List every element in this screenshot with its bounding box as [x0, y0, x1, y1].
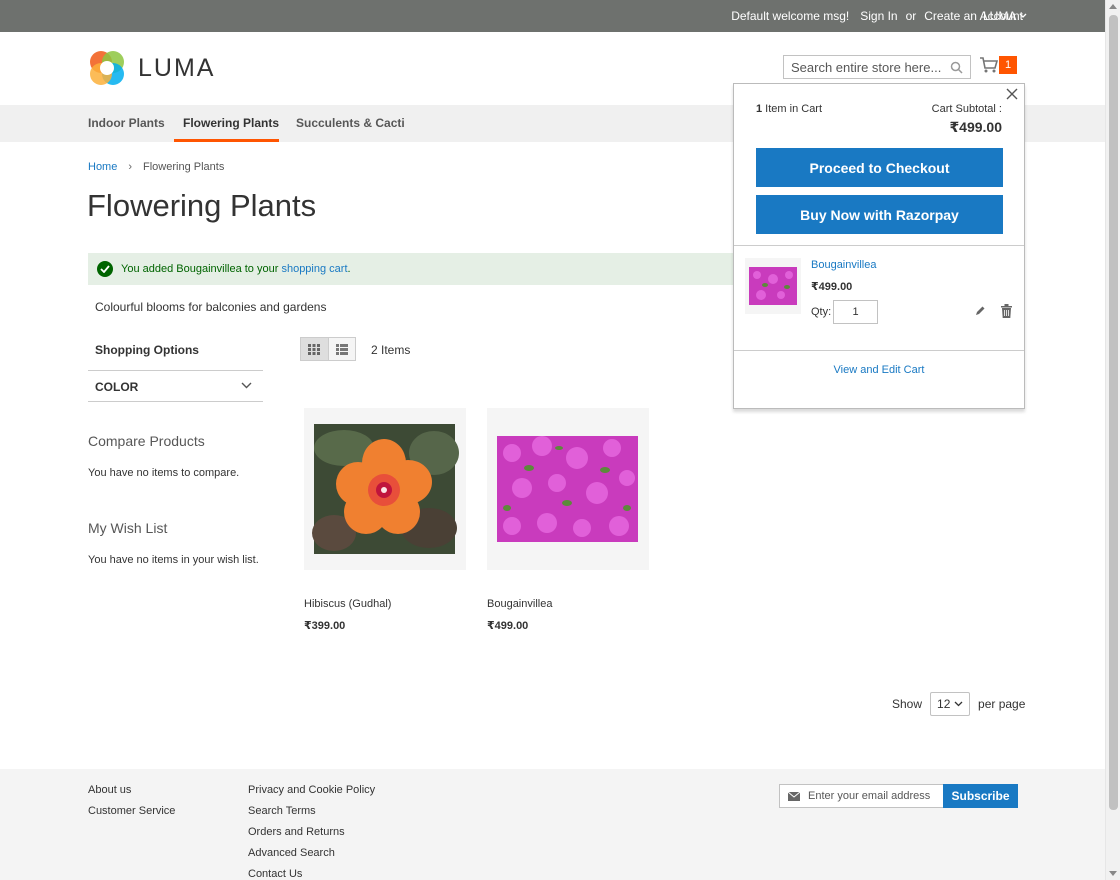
- items-count: 2 Items: [371, 343, 411, 357]
- scrollbar[interactable]: [1105, 0, 1120, 880]
- trash-icon[interactable]: [1001, 304, 1012, 318]
- wishlist-title: My Wish List: [88, 520, 168, 536]
- nav-item-flowering-plants[interactable]: Flowering Plants: [183, 116, 279, 130]
- compare-products-title: Compare Products: [88, 433, 205, 449]
- mail-icon: [780, 791, 808, 801]
- product-name-hibiscus[interactable]: Hibiscus (Gudhal): [304, 598, 391, 610]
- bougainvillea-photo: [497, 436, 638, 542]
- check-circle-icon: [97, 261, 113, 277]
- page-title: Flowering Plants: [87, 188, 317, 223]
- sign-in-link[interactable]: Sign In: [860, 9, 897, 23]
- footer-link-customer-service[interactable]: Customer Service: [88, 805, 175, 817]
- footer-link-about-us[interactable]: About us: [88, 784, 131, 796]
- minicart-dropdown: 1 Item in Cart Cart Subtotal : ₹499.00 P…: [733, 83, 1025, 409]
- view-mode-switcher: [300, 337, 356, 361]
- color-filter[interactable]: COLOR: [88, 370, 263, 402]
- limiter-select[interactable]: 12: [930, 692, 971, 716]
- search-box: [783, 55, 971, 79]
- minicart-subtotal-label: Cart Subtotal :: [931, 103, 1002, 115]
- logo-text: LUMA: [138, 53, 216, 82]
- top-bar: Default welcome msg! Sign In or Create a…: [0, 0, 1105, 32]
- minicart-button[interactable]: 1: [980, 56, 1017, 74]
- minicart-divider-bottom: [734, 350, 1024, 351]
- luma-logo-icon: [90, 51, 124, 85]
- nav-item-indoor-plants[interactable]: Indoor Plants: [88, 116, 165, 130]
- chevron-down-icon: [954, 701, 963, 707]
- footer-link-search-terms[interactable]: Search Terms: [248, 805, 316, 817]
- grid-icon: [308, 343, 321, 355]
- search-icon[interactable]: [950, 61, 963, 74]
- nav-item-succulents-cacti[interactable]: Succulents & Cacti: [296, 116, 405, 130]
- active-nav-indicator: [174, 139, 279, 142]
- cart-count-badge: 1: [999, 56, 1017, 74]
- chevron-down-icon: [241, 382, 252, 389]
- newsletter-email-input[interactable]: [808, 785, 943, 807]
- list-view-button[interactable]: [327, 338, 355, 360]
- search-input[interactable]: [784, 56, 944, 78]
- page-limiter: Show 12 per page: [892, 692, 1025, 716]
- scroll-up-arrow-icon[interactable]: [1109, 4, 1117, 9]
- proceed-to-checkout-button[interactable]: Proceed to Checkout: [756, 148, 1003, 187]
- language-label: LUMA: [983, 9, 1017, 23]
- minicart-qty-label: Qty:: [811, 306, 832, 318]
- razorpay-buy-now-button[interactable]: Buy Now with Razorpay: [756, 195, 1003, 234]
- shopping-cart-link[interactable]: shopping cart: [281, 263, 347, 275]
- minicart-subtotal-value: ₹499.00: [949, 119, 1002, 135]
- minicart-items-label: Item in Cart: [762, 103, 823, 115]
- shopping-options-title: Shopping Options: [95, 343, 199, 357]
- product-price-hibiscus: ₹399.00: [304, 620, 346, 632]
- bougainvillea-thumbnail: [749, 267, 797, 305]
- minicart-items-total: 1 Item in Cart: [756, 103, 822, 115]
- logo[interactable]: LUMA: [88, 49, 215, 87]
- breadcrumb-home-link[interactable]: Home: [88, 161, 117, 173]
- language-switcher[interactable]: LUMA: [983, 9, 1027, 23]
- footer-link-contact-us[interactable]: Contact Us: [248, 868, 302, 880]
- product-price-bougainvillea: ₹499.00: [487, 620, 529, 632]
- newsletter-box: [779, 784, 944, 808]
- scroll-down-arrow-icon[interactable]: [1109, 871, 1117, 876]
- color-filter-label: COLOR: [95, 380, 139, 394]
- hibiscus-photo: [312, 424, 459, 554]
- list-icon: [335, 343, 348, 355]
- message-suffix: .: [347, 263, 351, 275]
- product-name-bougainvillea[interactable]: Bougainvillea: [487, 598, 552, 610]
- minicart-item-name[interactable]: Bougainvillea: [811, 259, 876, 271]
- welcome-message: Default welcome msg!: [731, 9, 850, 23]
- header-links: Default welcome msg! Sign In or Create a…: [731, 9, 1023, 23]
- close-icon[interactable]: [1004, 86, 1020, 102]
- limiter-show-label: Show: [892, 697, 923, 711]
- chevron-down-icon: [1019, 13, 1027, 18]
- limiter-per-page-label: per page: [978, 697, 1026, 711]
- limiter-value: 12: [937, 697, 951, 711]
- compare-empty-text: You have no items to compare.: [88, 467, 240, 479]
- category-description: Colourful blooms for balconies and garde…: [95, 300, 327, 314]
- scrollbar-thumb[interactable]: [1109, 15, 1118, 810]
- minicart-qty-input[interactable]: [833, 300, 878, 324]
- minicart-item-thumbnail[interactable]: [745, 258, 801, 314]
- wishlist-empty-text: You have no items in your wish list.: [88, 554, 259, 566]
- or-text: or: [905, 9, 917, 23]
- cart-icon: [980, 57, 998, 73]
- footer-link-orders-returns[interactable]: Orders and Returns: [248, 826, 345, 838]
- breadcrumb-current: Flowering Plants: [143, 161, 225, 173]
- message-text: You added Bougainvillea to your: [121, 263, 282, 275]
- breadcrumb-separator: ›: [128, 161, 133, 173]
- product-image-bougainvillea[interactable]: [487, 408, 649, 570]
- footer-link-advanced-search[interactable]: Advanced Search: [248, 847, 335, 859]
- minicart-divider: [734, 245, 1024, 246]
- product-image-hibiscus[interactable]: [304, 408, 466, 570]
- success-message: You added Bougainvillea to your shopping…: [88, 253, 748, 285]
- minicart-item-price: ₹499.00: [811, 281, 853, 293]
- breadcrumb: Home › Flowering Plants: [88, 161, 224, 173]
- view-and-edit-cart-link[interactable]: View and Edit Cart: [734, 364, 1024, 376]
- subscribe-button[interactable]: Subscribe: [943, 784, 1018, 808]
- footer-link-privacy[interactable]: Privacy and Cookie Policy: [248, 784, 375, 796]
- pencil-icon[interactable]: [974, 305, 986, 317]
- grid-view-button[interactable]: [301, 338, 328, 360]
